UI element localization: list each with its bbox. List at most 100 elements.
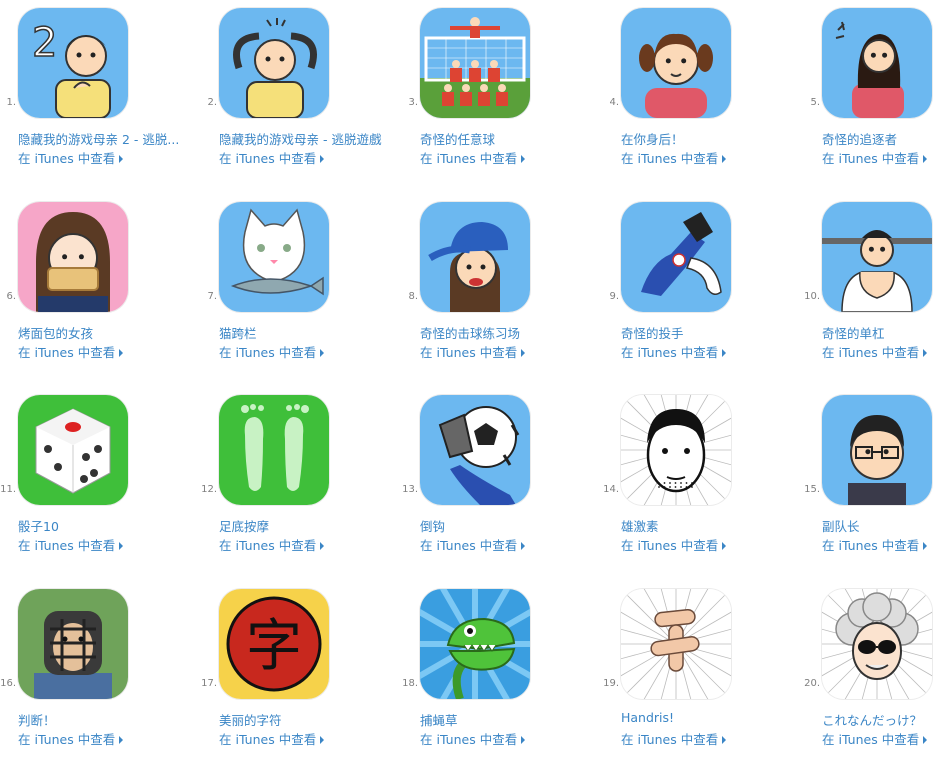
soccer-wall-icon[interactable]	[420, 8, 530, 118]
app-tile[interactable]: 3. 奇怪的任意球在 iTunes 中查看	[402, 0, 602, 190]
cap-girl-icon[interactable]	[420, 201, 530, 312]
view-in-itunes-label: 在 iTunes 中查看	[219, 151, 317, 166]
app-tile[interactable]: 11. 骰子10 在 iTunes 中查看	[0, 387, 200, 577]
chevron-right-icon	[722, 542, 727, 550]
umpire-icon[interactable]	[18, 588, 128, 699]
view-in-itunes-link[interactable]: 在 iTunes 中查看	[420, 148, 526, 167]
app-tile[interactable]: 7. 猫跨栏在 iTunes 中查看	[201, 194, 401, 384]
app-tile[interactable]: 14. 雄激素在 iTunes 中查看	[603, 387, 803, 577]
rank-number: 2.	[207, 97, 217, 108]
dice-icon[interactable]	[18, 395, 128, 505]
woman-red-icon[interactable]	[822, 8, 932, 118]
app-name-link[interactable]: 美丽的字符	[219, 710, 391, 727]
app-name-link[interactable]: 隐藏我的游戏母亲 2 - 逃脱...	[18, 129, 190, 146]
app-name-link[interactable]: 奇怪的单杠	[822, 323, 948, 340]
view-in-itunes-label: 在 iTunes 中查看	[822, 151, 920, 166]
view-in-itunes-link[interactable]: 在 iTunes 中查看	[420, 342, 526, 361]
view-in-itunes-link[interactable]: 在 iTunes 中查看	[219, 342, 325, 361]
view-in-itunes-link[interactable]: 在 iTunes 中查看	[18, 342, 124, 361]
view-in-itunes-label: 在 iTunes 中查看	[621, 151, 719, 166]
game-boy-worried-icon[interactable]	[219, 8, 329, 118]
app-tile[interactable]: 12. 足底按摩在 iTunes 中查看	[201, 387, 401, 577]
view-in-itunes-link[interactable]: 在 iTunes 中查看	[18, 148, 124, 167]
app-name-link[interactable]: 隐藏我的游戏母亲 - 逃脱遊戲	[219, 129, 391, 146]
app-tile[interactable]: 16. 判断！ 在 iTunes 中查看	[0, 581, 200, 771]
view-in-itunes-link[interactable]: 在 iTunes 中查看	[822, 535, 928, 554]
svg-text:字: 字	[246, 614, 302, 679]
app-tile[interactable]: 18. 捕蝇草在 iTunes 中查看	[402, 581, 602, 771]
app-name-link[interactable]: 奇怪的追逐者	[822, 129, 948, 146]
view-in-itunes-label: 在 iTunes 中查看	[822, 538, 920, 553]
app-name-link[interactable]: 奇怪的任意球	[420, 129, 592, 146]
view-in-itunes-link[interactable]: 在 iTunes 中查看	[219, 535, 325, 554]
view-in-itunes-link[interactable]: 在 iTunes 中查看	[420, 729, 526, 748]
app-name-link[interactable]: 雄激素	[621, 516, 793, 533]
flytrap-icon[interactable]	[420, 588, 530, 699]
app-name-link[interactable]: 骰子10	[18, 516, 190, 533]
game-boy-thinking-icon[interactable]: 2	[18, 8, 128, 118]
app-name-link[interactable]: 猫跨栏	[219, 323, 391, 340]
app-name-link[interactable]: 判断！	[18, 710, 190, 727]
app-tile[interactable]: 5. 奇怪的追逐者在 iTunes 中查看	[804, 0, 948, 190]
app-tile[interactable]: 19. Handris! 在 iTunes 中查看	[603, 581, 803, 771]
app-tile[interactable]: 1. 2 隐藏我的游戏母亲 2 - 逃脱... 在 iTunes 中查看	[0, 0, 200, 190]
view-in-itunes-link[interactable]: 在 iTunes 中查看	[822, 148, 928, 167]
app-name-link[interactable]: Handris!	[621, 710, 793, 727]
kanji-char-icon[interactable]: 字	[219, 588, 329, 699]
view-in-itunes-label: 在 iTunes 中查看	[420, 344, 518, 360]
app-tile[interactable]: 20. これなんだっけ？ 在 iTunes 中查看	[804, 581, 948, 771]
rank-number: 10.	[804, 290, 820, 302]
app-tile[interactable]: 6. 烤面包的女孩在 iTunes 中查看	[0, 194, 200, 384]
cat-fish-icon[interactable]	[219, 201, 329, 312]
view-in-itunes-label: 在 iTunes 中查看	[420, 731, 518, 747]
view-in-itunes-label: 在 iTunes 中查看	[822, 731, 920, 747]
app-name-link[interactable]: 捕蝇草	[420, 710, 592, 727]
app-tile[interactable]: 4. 在你身后！ 在 iTunes 中查看	[603, 0, 803, 190]
view-in-itunes-link[interactable]: 在 iTunes 中查看	[822, 342, 928, 361]
rank-number: 9.	[609, 290, 619, 302]
view-in-itunes-link[interactable]: 在 iTunes 中查看	[420, 535, 526, 554]
app-tile[interactable]: 17. 字美丽的字符在 iTunes 中查看	[201, 581, 401, 771]
view-in-itunes-link[interactable]: 在 iTunes 中查看	[18, 535, 124, 554]
app-tile[interactable]: 13. 倒钩在 iTunes 中查看	[402, 387, 602, 577]
app-tile[interactable]: 8. 奇怪的击球练习场在 iTunes 中查看	[402, 194, 602, 384]
app-name-link[interactable]: 倒钩	[420, 516, 592, 533]
app-name-link[interactable]: 在你身后！	[621, 129, 793, 146]
rank-number: 19.	[603, 677, 619, 689]
view-in-itunes-link[interactable]: 在 iTunes 中查看	[621, 342, 727, 361]
app-name-link[interactable]: 副队长	[822, 516, 948, 533]
overhead-kick-icon[interactable]	[420, 395, 530, 505]
chevron-right-icon	[320, 735, 325, 744]
finger-block-icon[interactable]	[621, 588, 731, 699]
view-in-itunes-label: 在 iTunes 中查看	[18, 731, 116, 747]
view-in-itunes-link[interactable]: 在 iTunes 中查看	[621, 729, 727, 748]
view-in-itunes-link[interactable]: 在 iTunes 中查看	[219, 148, 325, 167]
rank-number: 8.	[408, 290, 418, 302]
view-in-itunes-label: 在 iTunes 中查看	[822, 344, 920, 360]
app-tile[interactable]: 2. 隐藏我的游戏母亲 - 逃脱遊戲在 iTunes 中查看	[201, 0, 401, 190]
app-name-link[interactable]: 烤面包的女孩	[18, 323, 190, 340]
view-in-itunes-link[interactable]: 在 iTunes 中查看	[621, 148, 727, 167]
toast-girl-icon[interactable]	[18, 201, 128, 312]
app-name-link[interactable]: 足底按摩	[219, 516, 391, 533]
app-name-link[interactable]: 奇怪的击球练习场	[420, 323, 592, 340]
view-in-itunes-link[interactable]: 在 iTunes 中查看	[219, 729, 325, 748]
view-in-itunes-link[interactable]: 在 iTunes 中查看	[822, 729, 928, 748]
bar-man-icon[interactable]	[822, 201, 932, 312]
view-in-itunes-link[interactable]: 在 iTunes 中查看	[18, 729, 124, 748]
app-name-link[interactable]: これなんだっけ？	[822, 710, 948, 727]
pitcher-icon[interactable]	[621, 201, 731, 312]
app-tile[interactable]: 9. 奇怪的投手在 iTunes 中查看	[603, 194, 803, 384]
app-tile[interactable]: 15. 副队长在 iTunes 中查看	[804, 387, 948, 577]
feet-icon[interactable]	[219, 395, 329, 505]
view-in-itunes-label: 在 iTunes 中查看	[621, 731, 719, 747]
chevron-right-icon	[320, 542, 325, 550]
glasses-man-icon[interactable]	[822, 395, 932, 505]
manga-face-icon[interactable]	[621, 395, 731, 505]
view-in-itunes-link[interactable]: 在 iTunes 中查看	[621, 535, 727, 554]
pigtail-girl-icon[interactable]	[621, 8, 731, 118]
old-professor-icon[interactable]	[822, 588, 932, 699]
app-name-link[interactable]: 奇怪的投手	[621, 323, 793, 340]
app-tile[interactable]: 10. 奇怪的单杠在 iTunes 中查看	[804, 194, 948, 384]
rank-number: 6.	[6, 290, 16, 302]
